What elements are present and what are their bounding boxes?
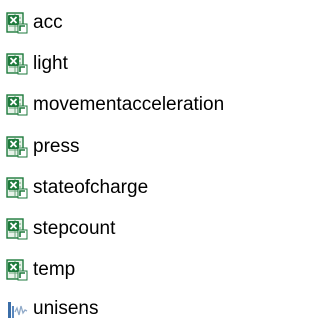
- file-label: temp: [33, 259, 76, 280]
- list-item-light[interactable]: light: [6, 51, 68, 77]
- unisens-waveform-icon: [8, 302, 28, 318]
- excel-csv-icon: [6, 94, 28, 116]
- list-item-unisens[interactable]: unisens: [6, 296, 99, 322]
- file-label: press: [33, 136, 80, 157]
- file-label: unisens: [33, 298, 99, 319]
- list-item-movementacceleration[interactable]: movementacceleration: [6, 92, 224, 118]
- list-item-temp[interactable]: temp: [6, 257, 75, 283]
- excel-csv-icon: [6, 177, 28, 199]
- file-label: light: [33, 53, 68, 74]
- excel-csv-icon: [6, 53, 28, 75]
- excel-csv-icon: [6, 136, 28, 158]
- list-item-stepcount[interactable]: stepcount: [6, 216, 115, 242]
- file-label: acc: [33, 12, 63, 33]
- list-item-stateofcharge[interactable]: stateofcharge: [6, 175, 148, 201]
- file-label: stateofcharge: [33, 177, 149, 198]
- list-item-acc[interactable]: acc: [6, 10, 63, 36]
- list-item-press[interactable]: press: [6, 134, 79, 160]
- excel-csv-icon: [6, 218, 28, 240]
- excel-csv-icon: [6, 12, 28, 34]
- excel-csv-icon: [6, 259, 28, 281]
- file-label: movementacceleration: [33, 94, 225, 115]
- file-label: stepcount: [33, 218, 116, 239]
- file-list: acc light movementacceleration press sta…: [0, 0, 290, 322]
